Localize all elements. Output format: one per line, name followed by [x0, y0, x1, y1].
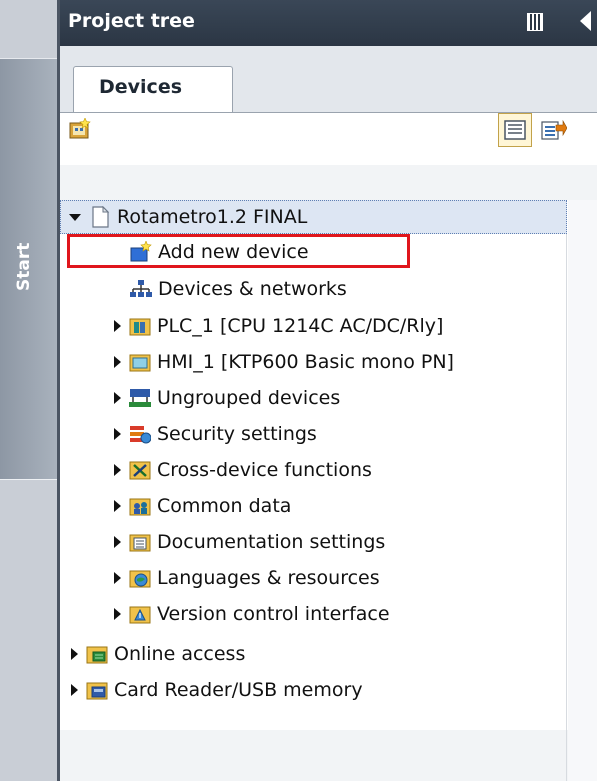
tree-toolbar [60, 113, 597, 165]
tree-item-documentation-settings[interactable]: Documentation settings [114, 525, 385, 559]
tree-item-plc-1[interactable]: PLC_1 [CPU 1214C AC/DC/Rly] [114, 309, 443, 343]
new-project-icon[interactable] [69, 118, 91, 140]
online-access-icon [86, 646, 108, 664]
start-tab-label: Start [14, 242, 34, 291]
expand-arrow-icon[interactable] [114, 500, 121, 512]
expand-arrow-icon[interactable] [71, 684, 78, 696]
tree-item-label: Documentation settings [157, 531, 386, 553]
tree-item-version-control-interface[interactable]: Version control interface [114, 597, 390, 631]
collapse-panel-icon[interactable] [580, 11, 591, 31]
tree-item-label: Online access [114, 643, 246, 665]
expand-arrow-icon[interactable] [71, 648, 78, 660]
tree-item-online-access[interactable]: Online access [71, 637, 245, 671]
tree-item-label: Ungrouped devices [157, 387, 341, 409]
tree-item-common-data[interactable]: Common data [114, 489, 291, 523]
tree-item-label: Devices & networks [158, 278, 347, 300]
tree-root-project[interactable]: Rotametro1.2 FINAL [60, 200, 567, 234]
tree-item-label: Common data [157, 495, 292, 517]
tree-item-label: Languages & resources [157, 567, 380, 589]
tree-item-devices-networks[interactable]: Devices & networks [130, 272, 347, 306]
tree-item-label: Rotametro1.2 FINAL [117, 206, 308, 228]
cross-device-icon [129, 461, 151, 480]
column-separator [566, 200, 567, 781]
export-icon[interactable] [541, 118, 567, 142]
project-tree: Rotametro1.2 FINAL Add new device Device… [60, 165, 597, 781]
languages-icon [129, 570, 151, 588]
tree-item-label: Card Reader/USB memory [114, 679, 363, 701]
tree-item-card-reader-usb[interactable]: Card Reader/USB memory [71, 673, 363, 707]
ungrouped-devices-icon [129, 389, 151, 407]
expand-arrow-icon[interactable] [114, 572, 121, 584]
tree-item-label: Cross-device functions [157, 459, 372, 481]
tree-item-label: PLC_1 [CPU 1214C AC/DC/Rly] [157, 315, 444, 337]
project-tree-title-bar: Project tree [60, 0, 597, 46]
hmi-icon [129, 354, 151, 372]
card-reader-icon [86, 682, 108, 700]
view-toggle-button[interactable] [498, 113, 532, 147]
expand-arrow-icon[interactable] [114, 536, 121, 548]
tree-item-languages-resources[interactable]: Languages & resources [114, 561, 380, 595]
tree-item-label: Security settings [157, 423, 317, 445]
network-icon [130, 280, 152, 297]
tab-devices-label: Devices [99, 76, 183, 98]
expand-arrow-icon[interactable] [114, 392, 121, 404]
security-icon [130, 426, 151, 444]
tree-item-ungrouped-devices[interactable]: Ungrouped devices [114, 381, 340, 415]
panel-title: Project tree [68, 10, 195, 32]
start-tab[interactable]: Start [0, 58, 57, 481]
left-lower-panel [0, 480, 57, 781]
tree-side-column [568, 200, 597, 781]
expand-arrow-icon[interactable] [114, 428, 121, 440]
plc-icon [129, 318, 151, 336]
expand-arrow-icon[interactable] [114, 320, 121, 332]
project-icon [92, 206, 110, 228]
table-view-icon [504, 120, 526, 140]
columns-icon[interactable] [527, 13, 543, 31]
tree-item-label: HMI_1 [KTP600 Basic mono PN] [157, 351, 454, 373]
tree-item-security-settings[interactable]: Security settings [114, 417, 317, 451]
common-data-icon [129, 498, 151, 516]
collapse-arrow-icon[interactable] [69, 213, 81, 221]
tree-item-cross-device-functions[interactable]: Cross-device functions [114, 453, 372, 487]
expand-arrow-icon[interactable] [114, 464, 121, 476]
version-control-icon [129, 606, 151, 624]
expand-arrow-icon[interactable] [114, 356, 121, 368]
highlight-add-new-device [67, 234, 410, 268]
tree-item-label: Version control interface [157, 603, 390, 625]
tab-devices[interactable]: Devices [73, 66, 233, 112]
documentation-icon [129, 534, 151, 552]
expand-arrow-icon[interactable] [114, 608, 121, 620]
tree-item-hmi-1[interactable]: HMI_1 [KTP600 Basic mono PN] [114, 345, 454, 379]
